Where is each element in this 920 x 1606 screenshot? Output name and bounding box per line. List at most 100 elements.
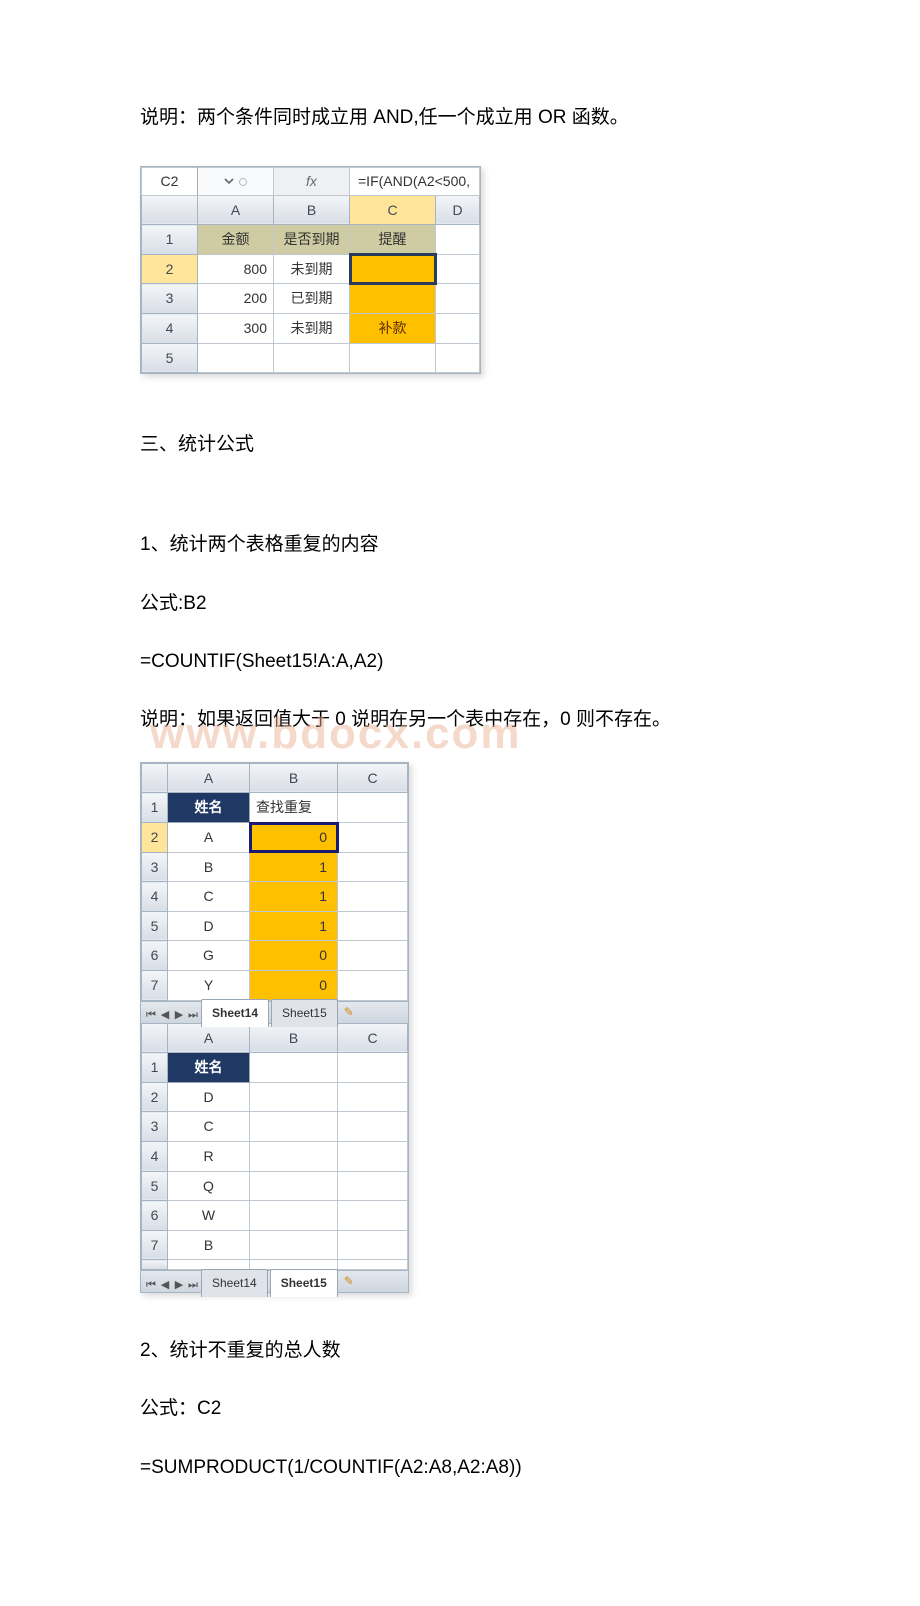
data-cell xyxy=(250,1171,338,1201)
row-number: 1 xyxy=(142,225,198,255)
column-headers: A B C xyxy=(142,763,408,793)
corner-cell xyxy=(142,1023,168,1053)
section-3-2-formula-label: 公式：C2 xyxy=(140,1391,780,1427)
data-cell xyxy=(338,1260,408,1270)
row-number: 3 xyxy=(142,1112,168,1142)
tab-sheet14: Sheet14 xyxy=(201,999,269,1027)
tab-sheet15: Sheet15 xyxy=(270,1269,338,1297)
row-number: 2 xyxy=(142,823,168,853)
data-cell xyxy=(250,1082,338,1112)
section-3-heading: 三、统计公式 xyxy=(140,427,780,463)
data-cell: 未到期 xyxy=(274,314,350,344)
data-cell xyxy=(436,284,480,314)
column-headers: A B C D xyxy=(142,195,480,225)
row-4: 4 300 未到期 补款 xyxy=(142,314,480,344)
nav-last-icon: ⏭ xyxy=(187,1275,199,1289)
data-cell xyxy=(250,1201,338,1231)
data-cell xyxy=(338,1112,408,1142)
cancel-icon xyxy=(239,178,247,186)
data-cell xyxy=(436,254,480,284)
data-cell: B xyxy=(168,1230,250,1260)
fx-icon: fx xyxy=(274,168,350,196)
row-number: 4 xyxy=(142,1141,168,1171)
formula-text: =IF(AND(A2<500, xyxy=(350,168,480,196)
sheet-tabs-bottom: ⏮ ◀ ▶ ⏭ Sheet14 Sheet15 ✎ xyxy=(141,1270,408,1292)
row-number: 6 xyxy=(142,941,168,971)
col-header-a: A xyxy=(168,763,250,793)
data-cell xyxy=(274,343,350,373)
data-cell xyxy=(338,970,408,1000)
row-7: 7 B xyxy=(142,1230,408,1260)
data-cell xyxy=(350,343,436,373)
row-3: 3 B 1 xyxy=(142,852,408,882)
tab-sheet15: Sheet15 xyxy=(271,999,338,1027)
row-2: 2 A 0 xyxy=(142,823,408,853)
col-header-c: C xyxy=(338,1023,408,1053)
new-sheet-icon: ✎ xyxy=(344,1001,354,1024)
paragraph-note-and-or: 说明：两个条件同时成立用 AND,任一个成立用 OR 函数。 xyxy=(140,100,780,136)
row-number: 4 xyxy=(142,882,168,912)
row-number: 3 xyxy=(142,852,168,882)
row-number: 5 xyxy=(142,911,168,941)
data-cell: Y xyxy=(168,970,250,1000)
data-cell xyxy=(338,882,408,912)
row-4: 4 R xyxy=(142,1141,408,1171)
row-4: 4 C 1 xyxy=(142,882,408,912)
data-cell: C xyxy=(168,882,250,912)
header-cell: 姓名 xyxy=(168,793,250,823)
nav-last-icon: ⏭ xyxy=(187,1005,199,1019)
data-cell: 200 xyxy=(198,284,274,314)
new-sheet-icon: ✎ xyxy=(344,1270,354,1293)
nav-first-icon: ⏮ xyxy=(145,1005,157,1019)
col-header-a: A xyxy=(198,195,274,225)
data-cell xyxy=(350,284,436,314)
header-cell: 是否到期 xyxy=(274,225,350,255)
section-3-1-formula-label: 公式:B2 xyxy=(140,586,780,622)
row-number: 1 xyxy=(142,1053,168,1083)
row-3: 3 C xyxy=(142,1112,408,1142)
data-cell: W xyxy=(168,1201,250,1231)
row-number: 2 xyxy=(142,1082,168,1112)
data-cell xyxy=(338,1141,408,1171)
data-cell: 已到期 xyxy=(274,284,350,314)
data-cell xyxy=(338,911,408,941)
data-cell xyxy=(338,1230,408,1260)
namebox-dropdown xyxy=(198,168,274,196)
row-1: 1 金额 是否到期 提醒 xyxy=(142,225,480,255)
row-number: 5 xyxy=(142,1171,168,1201)
data-cell xyxy=(436,314,480,344)
row-number: 1 xyxy=(142,793,168,823)
excel-screenshot-countif: A B C 1 姓名 查找重复 2 A 0 3 B 1 4 C 1 xyxy=(140,762,409,1294)
data-cell: 未到期 xyxy=(274,254,350,284)
header-cell: 金额 xyxy=(198,225,274,255)
nav-next-icon: ▶ xyxy=(173,1275,185,1289)
data-cell xyxy=(338,1201,408,1231)
data-cell: D xyxy=(168,1082,250,1112)
col-header-b: B xyxy=(250,1023,338,1053)
col-header-c: C xyxy=(350,195,436,225)
row-number: 6 xyxy=(142,1201,168,1231)
section-3-1-formula: =COUNTIF(Sheet15!A:A,A2) xyxy=(140,644,780,680)
row-1: 1 姓名 查找重复 xyxy=(142,793,408,823)
row-number: 5 xyxy=(142,343,198,373)
row-number: 7 xyxy=(142,970,168,1000)
excel-screenshot-if-and: C2 fx =IF(AND(A2<500, A B C D 1 金额 是否到期 … xyxy=(140,166,481,374)
data-cell: 0 xyxy=(250,941,338,971)
data-cell: 800 xyxy=(198,254,274,284)
data-cell xyxy=(338,1082,408,1112)
col-header-a: A xyxy=(168,1023,250,1053)
data-cell: 300 xyxy=(198,314,274,344)
data-cell xyxy=(436,343,480,373)
data-cell: 补款 xyxy=(350,314,436,344)
data-cell xyxy=(250,1141,338,1171)
row-1: 1 姓名 xyxy=(142,1053,408,1083)
data-cell: C xyxy=(168,1112,250,1142)
section-3-2-title: 2、统计不重复的总人数 xyxy=(140,1333,780,1369)
data-cell xyxy=(250,1112,338,1142)
corner-cell xyxy=(142,763,168,793)
row-6: 6 G 0 xyxy=(142,941,408,971)
section-3-2-formula: =SUMPRODUCT(1/COUNTIF(A2:A8,A2:A8)) xyxy=(140,1450,780,1486)
data-cell xyxy=(338,793,408,823)
nav-first-icon: ⏮ xyxy=(145,1275,157,1289)
data-cell: B xyxy=(168,852,250,882)
